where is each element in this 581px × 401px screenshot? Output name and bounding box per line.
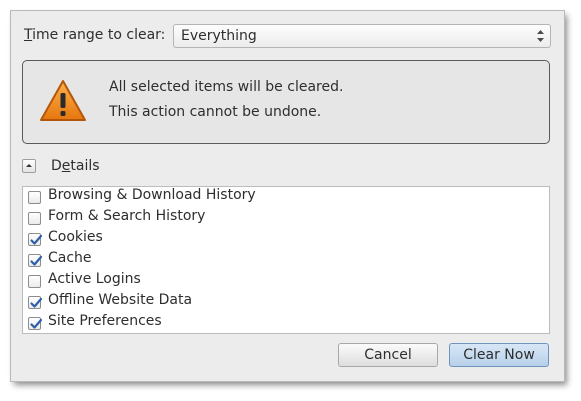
time-range-value: Everything — [181, 28, 257, 44]
checkbox[interactable] — [28, 317, 43, 330]
list-item-cache[interactable]: Cache — [28, 250, 528, 271]
item-label: Site Preferences — [48, 313, 162, 329]
warning-panel: All selected items will be cleared. This… — [22, 60, 550, 144]
item-label: Cache — [48, 250, 92, 266]
checkbox[interactable] — [28, 254, 43, 267]
list-item-form-search-history[interactable]: Form & Search History — [28, 208, 528, 229]
checkbox[interactable] — [28, 212, 41, 225]
item-label: Offline Website Data — [48, 292, 193, 308]
caret-up-icon — [26, 164, 32, 167]
checkbox[interactable] — [28, 233, 43, 246]
history-items-list: Browsing & Download History Form & Searc… — [22, 186, 550, 334]
clear-history-dialog: Time range to clear: Everything All sele… — [11, 11, 564, 381]
time-range-select[interactable]: Everything — [173, 24, 551, 48]
list-item-site-preferences[interactable]: Site Preferences — [28, 313, 528, 334]
time-range-label: Time range to clear: — [24, 27, 166, 43]
clear-now-button[interactable]: Clear Now — [449, 343, 549, 367]
item-label: Browsing & Download History — [48, 187, 256, 203]
item-label: Form & Search History — [48, 208, 206, 224]
item-label: Cookies — [48, 229, 103, 245]
checkmark-icon — [30, 297, 43, 308]
warning-triangle-icon — [40, 80, 86, 121]
checkbox[interactable] — [28, 275, 41, 288]
warning-message-line-2: This action cannot be undone. — [109, 104, 322, 120]
details-label: Details — [51, 158, 100, 174]
list-item-cookies[interactable]: Cookies — [28, 229, 528, 250]
checkbox[interactable] — [28, 191, 41, 204]
checkmark-icon — [30, 318, 43, 329]
checkmark-icon — [30, 234, 43, 245]
checkbox[interactable] — [28, 296, 43, 309]
cancel-button[interactable]: Cancel — [338, 343, 438, 367]
list-item-active-logins[interactable]: Active Logins — [28, 271, 528, 292]
collapse-toggle-button[interactable] — [22, 159, 36, 173]
list-item-offline-website-data[interactable]: Offline Website Data — [28, 292, 528, 313]
warning-message-line-1: All selected items will be cleared. — [109, 79, 344, 95]
checkmark-icon — [30, 255, 43, 266]
list-item-browsing-download-history[interactable]: Browsing & Download History — [28, 187, 528, 208]
updown-arrows-icon — [537, 30, 544, 42]
time-range-row: Time range to clear: Everything — [24, 24, 551, 50]
item-label: Active Logins — [48, 271, 141, 287]
